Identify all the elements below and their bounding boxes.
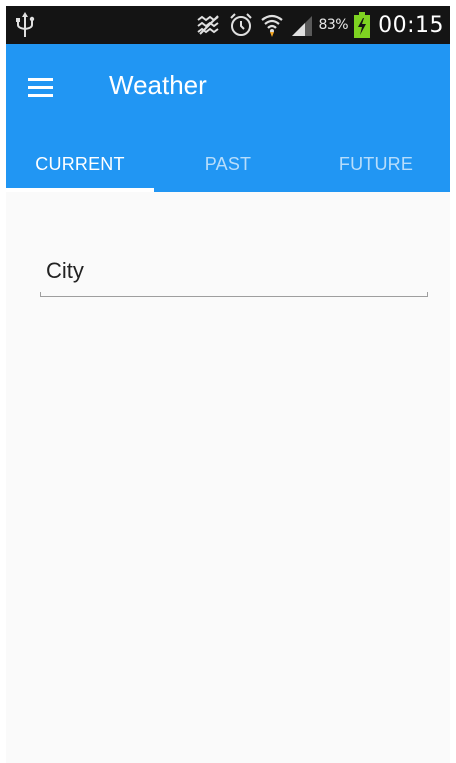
status-bar: 83% 00:15	[6, 6, 450, 44]
screen: 83% 00:15 Weather CURRENT PAST FUTURE Ci…	[6, 6, 450, 763]
status-icons: 83% 00:15	[196, 6, 444, 44]
content-area	[6, 192, 450, 763]
clock: 00:15	[378, 12, 444, 38]
app-bar: Weather CURRENT PAST FUTURE	[6, 44, 450, 192]
tab-current-label: CURRENT	[35, 153, 125, 174]
tab-current[interactable]: CURRENT	[6, 136, 154, 192]
menu-bar-middle	[28, 86, 53, 89]
city-input-underline	[40, 292, 428, 297]
city-input[interactable]	[40, 250, 426, 292]
tab-future[interactable]: FUTURE	[302, 136, 450, 192]
battery-charging-icon	[354, 12, 371, 38]
tab-past[interactable]: PAST	[154, 136, 302, 192]
tab-bar: CURRENT PAST FUTURE	[6, 136, 450, 192]
tab-future-label: FUTURE	[338, 153, 414, 174]
signal-icon	[292, 16, 313, 36]
app-title: Weather	[109, 70, 207, 100]
mute-icon	[197, 15, 220, 35]
menu-bar-bottom	[28, 94, 53, 97]
battery-percent: 83%	[318, 17, 349, 33]
wifi-icon	[261, 14, 284, 37]
menu-bar-top	[28, 78, 53, 81]
alarm-icon	[230, 13, 253, 36]
city-field	[40, 250, 428, 298]
hamburger-menu-icon[interactable]	[28, 74, 58, 102]
usb-icon	[16, 12, 35, 37]
tab-past-label: PAST	[204, 153, 252, 174]
